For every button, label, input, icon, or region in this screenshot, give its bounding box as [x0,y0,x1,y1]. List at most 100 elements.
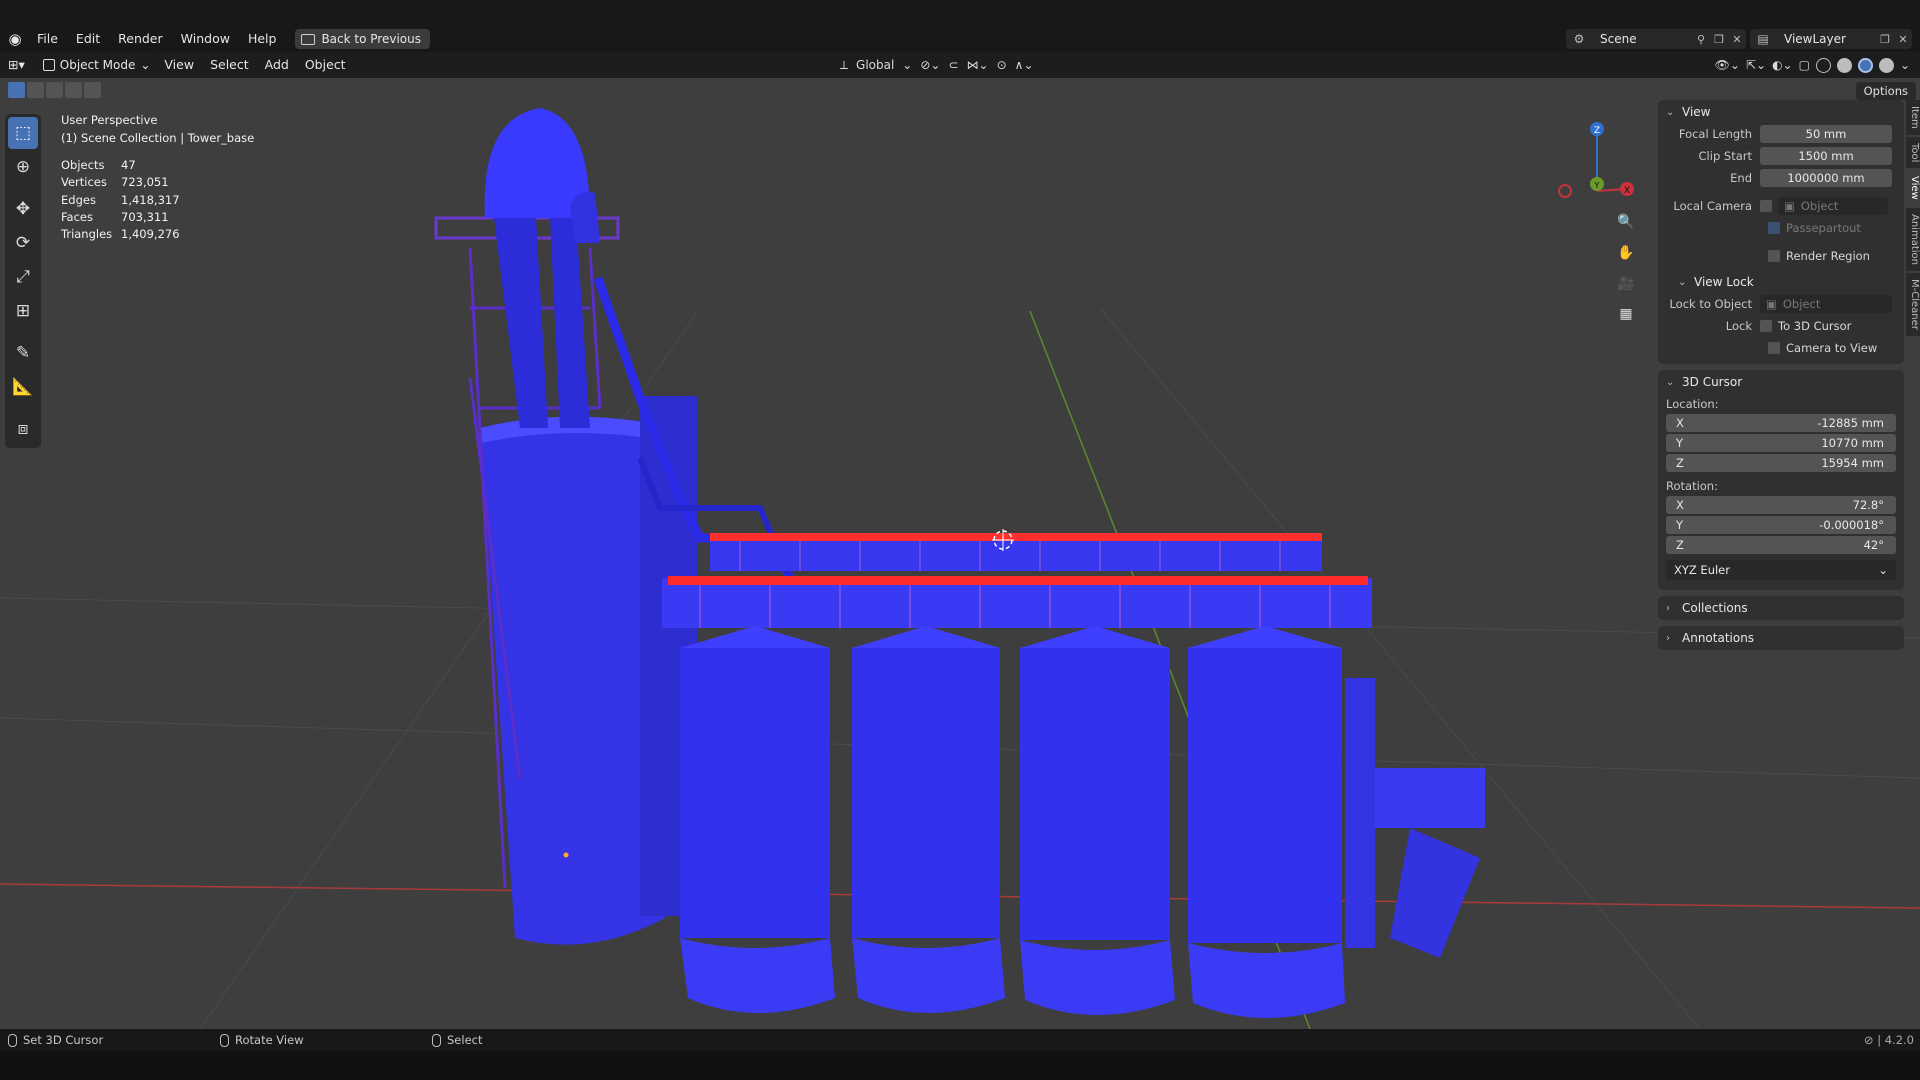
location-z-field[interactable]: Z 15954 mm [1666,454,1896,472]
stat-value: 723,051 [121,175,169,190]
menu-render[interactable]: Render [109,26,172,52]
back-to-previous-button[interactable]: Back to Previous [295,29,430,49]
focal-length-field[interactable]: 50 mm [1760,125,1892,143]
tab-tool[interactable]: Tool [1906,136,1920,169]
pivot-icon[interactable]: ⊘⌄ [920,58,940,72]
view-section-header[interactable]: ⌄ View [1658,100,1904,124]
menu-help[interactable]: Help [239,26,286,52]
chevron-down-icon[interactable]: ⌄ [1900,58,1910,72]
overlay-toggle-icon[interactable]: ◐⌄ [1772,58,1793,72]
gizmo-toggle-icon[interactable]: ⇱⌄ [1746,58,1766,72]
select-extend-icon[interactable] [27,82,44,98]
field-label: Focal Length [1678,127,1752,141]
snap-target-icon[interactable]: ⋈⌄ [967,58,989,72]
annotations-section-header[interactable]: › Annotations [1658,626,1904,650]
scene-name[interactable]: Scene [1592,32,1692,46]
add-cube-tool-icon[interactable]: ⧈ [8,413,38,445]
annotate-tool-icon[interactable]: ✎ [8,337,38,369]
local-camera-checkbox[interactable] [1760,200,1772,212]
lock-to-object-field[interactable]: ▣ Object [1760,295,1892,313]
menu-edit[interactable]: Edit [67,26,109,52]
rotate-tool-icon[interactable]: ⟳ [8,227,38,259]
local-camera-field[interactable]: ▣ Object [1778,197,1888,215]
gizmo-y-label[interactable]: Y [1594,181,1600,190]
3d-viewport[interactable]: ⬚ ⊕ ✥ ⟳ ⤢ ⊞ ✎ 📐 ⧈ User Perspective (1) S… [0,78,1920,1029]
menu-file[interactable]: File [28,26,67,52]
checkbox-label: To 3D Cursor [1778,319,1852,333]
new-view-layer-icon[interactable]: ❐ [1876,30,1894,48]
location-x-field[interactable]: X -12885 mm [1666,414,1896,432]
pan-hand-icon[interactable]: ✋ [1612,239,1640,267]
tab-m-cleaner[interactable]: M-Cleaner [1906,272,1920,336]
blender-logo-icon[interactable]: ◉ [2,26,28,52]
proportional-edit-icon[interactable]: ⊙ [997,58,1007,72]
tab-animation[interactable]: Animation [1906,207,1920,271]
move-tool-icon[interactable]: ✥ [8,193,38,225]
pin-icon[interactable]: ⚲ [1692,30,1710,48]
select-intersect-icon[interactable] [84,82,101,98]
camera-view-icon[interactable]: 🎥 [1612,270,1640,298]
xray-icon[interactable]: ▢ [1799,58,1810,72]
axis-label: X [1676,498,1684,512]
menu-object[interactable]: Object [297,52,354,78]
solid-shading-icon[interactable] [1836,57,1852,73]
zoom-icon[interactable]: 🔍 [1612,208,1640,236]
cursor-tool-icon[interactable]: ⊕ [8,151,38,183]
rendered-shading-icon[interactable] [1878,57,1894,73]
checkbox-label: Camera to View [1786,341,1878,355]
select-subtract-icon[interactable] [46,82,63,98]
select-box-tool-icon[interactable]: ⬚ [8,117,38,149]
new-scene-icon[interactable]: ❐ [1710,30,1728,48]
options-button[interactable]: Options [1855,82,1916,100]
snap-icon[interactable]: ⊂ [948,58,958,72]
material-preview-icon[interactable] [1857,57,1873,73]
view-lock-header[interactable]: ⌄ View Lock [1658,270,1904,294]
wireframe-shading-icon[interactable] [1815,57,1831,73]
menu-add[interactable]: Add [257,52,297,78]
rotation-x-field[interactable]: X 72.8° [1666,496,1896,514]
camera-to-view-checkbox[interactable] [1768,342,1780,354]
visibility-icon[interactable]: 👁⌄ [1715,58,1740,72]
delete-view-layer-icon[interactable]: ✕ [1894,30,1912,48]
passepartout-checkbox[interactable] [1768,222,1780,234]
clip-start-row: Clip Start 1500 mm [1658,146,1904,166]
delete-scene-icon[interactable]: ✕ [1728,30,1746,48]
view-layer-name[interactable]: ViewLayer [1776,32,1876,46]
rotation-z-field[interactable]: Z 42° [1666,536,1896,554]
rotation-mode-dropdown[interactable]: XYZ Euler ⌄ [1666,560,1896,580]
stat-label: Triangles [61,227,113,242]
editor-type-icon[interactable]: ⊞▾ [0,52,33,78]
scale-tool-icon[interactable]: ⤢ [8,261,38,293]
view-layer-selector[interactable]: ▤ ViewLayer ❐ ✕ [1750,29,1912,49]
location-y-field[interactable]: Y 10770 mm [1666,434,1896,452]
transform-tool-icon[interactable]: ⊞ [8,295,38,327]
window-icon [301,33,316,45]
orientation-selector[interactable]: Global [856,58,894,72]
3d-cursor-section-header[interactable]: ⌄ 3D Cursor [1658,370,1904,394]
axis-label: Z [1676,456,1684,470]
ortho-grid-icon[interactable]: ▦ [1612,300,1640,328]
collections-section-header[interactable]: › Collections [1658,596,1904,620]
status-bar: Set 3D Cursor Rotate View Select ⊘ | 4.2… [0,1029,1920,1051]
navigation-gizmo[interactable]: Z X Y [1545,114,1635,204]
mode-selector[interactable]: Object Mode ⌄ [36,55,157,75]
menu-select[interactable]: Select [202,52,257,78]
menu-view[interactable]: View [156,52,202,78]
tab-item[interactable]: Item [1906,100,1920,135]
scene-icon: ⚙ [1573,32,1585,46]
chevron-down-icon: ⌄ [1678,276,1687,288]
falloff-icon[interactable]: ∧⌄ [1015,58,1034,72]
select-new-icon[interactable] [8,82,25,98]
menu-window[interactable]: Window [172,26,239,52]
render-region-checkbox[interactable] [1768,250,1780,262]
measure-tool-icon[interactable]: 📐 [8,371,38,403]
tab-view[interactable]: View [1906,170,1920,206]
gizmo-z-label[interactable]: Z [1594,126,1600,136]
scene-selector[interactable]: ⚙ Scene ⚲ ❐ ✕ [1566,29,1746,49]
clip-start-field[interactable]: 1500 mm [1760,147,1892,165]
rotation-y-field[interactable]: Y -0.000018° [1666,516,1896,534]
to-3d-cursor-checkbox[interactable] [1760,320,1772,332]
gizmo-x-label[interactable]: X [1624,186,1630,196]
select-invert-icon[interactable] [65,82,82,98]
clip-end-field[interactable]: 1000000 mm [1760,169,1892,187]
